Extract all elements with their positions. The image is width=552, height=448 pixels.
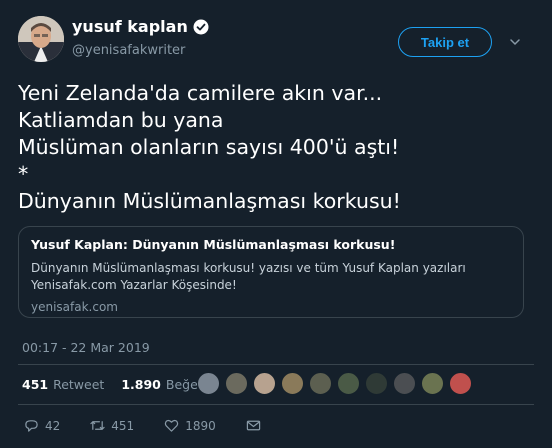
liker-avatar[interactable]: [253, 372, 276, 395]
reply-icon: [25, 420, 38, 432]
card-domain: yenisafak.com: [31, 300, 118, 314]
liker-avatar[interactable]: [393, 372, 416, 395]
tweet-line: Müslüman olanların sayısı 400'ü aştı!: [18, 135, 400, 159]
liker-avatar[interactable]: [281, 372, 304, 395]
tweet-line: Dünyanın Müslümanlaşması korkusu!: [18, 189, 401, 213]
author-handle[interactable]: @yenisafakwriter: [72, 43, 185, 58]
tweet-line: Katliamdan bu yana: [18, 108, 224, 132]
divider: [18, 404, 534, 405]
retweet-button[interactable]: 451: [90, 418, 134, 433]
liker-avatar[interactable]: [197, 372, 220, 395]
like-button[interactable]: 1890: [164, 418, 216, 433]
author-display-name[interactable]: yusuf kaplan: [72, 17, 188, 36]
card-description: Dünyanın Müslümanlaşması korkusu! yazısı…: [31, 260, 511, 294]
divider: [18, 364, 534, 365]
verified-badge-icon: [193, 19, 209, 34]
like-action-count: 1890: [185, 418, 216, 433]
card-description-line: Dünyanın Müslümanlaşması korkusu! yazısı…: [31, 261, 466, 275]
reply-button[interactable]: 42: [24, 418, 60, 433]
liker-avatar[interactable]: [309, 372, 332, 395]
liker-avatars: [197, 372, 472, 395]
tweet-line: Yeni Zelanda'da camilere akın var...: [18, 81, 383, 105]
liker-avatar[interactable]: [225, 372, 248, 395]
link-preview-card[interactable]: Yusuf Kaplan: Dünyanın Müslümanlaşması k…: [18, 226, 524, 318]
tweet-timestamp[interactable]: 00:17 - 22 Mar 2019: [22, 340, 150, 355]
liker-avatar[interactable]: [421, 372, 444, 395]
retweet-action-count: 451: [111, 418, 135, 433]
retweets-count[interactable]: 451: [22, 377, 48, 392]
envelope-icon: [246, 420, 260, 431]
tweet-line: *: [18, 162, 29, 186]
likes-count[interactable]: 1.890: [121, 377, 161, 392]
chevron-down-icon[interactable]: [509, 36, 521, 48]
author-photo: [18, 16, 64, 62]
liker-avatar[interactable]: [365, 372, 388, 395]
card-description-line: Yenisafak.com Yazarlar Köşesinde!: [31, 278, 237, 292]
follow-button[interactable]: Takip et: [398, 27, 492, 57]
direct-message-button[interactable]: [246, 418, 261, 433]
heart-icon: [164, 419, 179, 432]
retweets-label[interactable]: Retweet: [53, 377, 104, 392]
tweet-text: Yeni Zelanda'da camilere akın var... Katl…: [18, 80, 538, 215]
liker-avatar[interactable]: [449, 372, 472, 395]
engagement-stats: 451 Retweet 1.890 Beğeni: [22, 377, 221, 392]
card-title: Yusuf Kaplan: Dünyanın Müslümanlaşması k…: [31, 237, 396, 252]
reply-count: 42: [45, 418, 61, 433]
author-avatar[interactable]: [18, 16, 64, 62]
liker-avatar[interactable]: [337, 372, 360, 395]
tweet-actions: 42 451 1890: [24, 418, 291, 433]
author-name-row: yusuf kaplan: [72, 17, 209, 36]
retweet-icon: [90, 421, 105, 430]
